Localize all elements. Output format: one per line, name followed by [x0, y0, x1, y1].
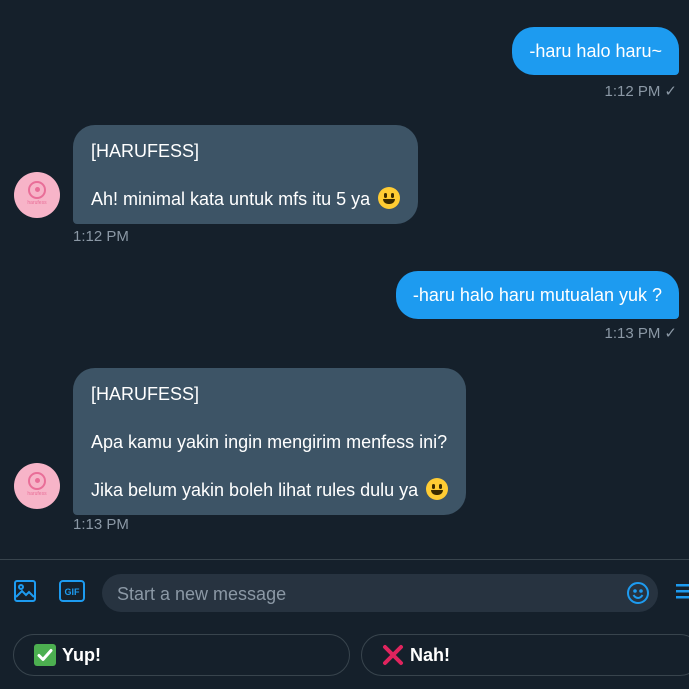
gif-label: GIF: [65, 587, 81, 597]
message-line: Ah! minimal kata untuk mfs itu 5 ya: [91, 187, 401, 211]
message-timestamp: 1:12 PM ✓: [605, 82, 677, 100]
read-check-icon: ✓: [664, 325, 677, 342]
read-check-icon: ✓: [664, 83, 677, 100]
message-line: [HARUFESS]: [91, 384, 200, 404]
message-line: Jika belum yakin boleh lihat rules dulu …: [91, 478, 449, 502]
incoming-message[interactable]: [HARUFESS] Ah! minimal kata untuk mfs it…: [73, 125, 419, 224]
quick-reply-label: Yup!: [62, 644, 101, 665]
sender-avatar[interactable]: harufess: [14, 463, 60, 509]
quick-reply-label: Nah!: [410, 644, 450, 665]
gif-icon[interactable]: GIF: [59, 578, 85, 604]
avatar-logo-text: harufess: [27, 490, 47, 497]
timestamp-text: 1:13 PM: [604, 325, 661, 342]
message-line-text: Ah! minimal kata untuk mfs itu 5 ya: [91, 189, 371, 209]
message-line-text: Jika belum yakin boleh lihat rules dulu …: [91, 480, 419, 500]
timestamp-text: 1:12 PM: [604, 83, 661, 100]
message-input[interactable]: [115, 574, 619, 614]
message-composer: GIF: [0, 560, 689, 622]
emoji-picker-icon[interactable]: [626, 581, 650, 610]
outgoing-message[interactable]: -haru halo haru mutualan yuk ?: [395, 271, 679, 319]
quick-reply-nah-button[interactable]: Nah!: [361, 634, 689, 676]
quick-reply-yup-button[interactable]: Yup!: [13, 634, 350, 676]
avatar-logo-icon: [28, 180, 46, 199]
outgoing-message[interactable]: -haru halo haru~: [512, 27, 679, 75]
message-text: -haru halo haru~: [529, 40, 662, 61]
message-line: Apa kamu yakin ingin mengirim menfess in…: [91, 432, 448, 452]
image-upload-icon[interactable]: [12, 578, 38, 604]
quick-reply-bar: Yup! Nah!: [0, 622, 689, 689]
conversation-thread: -haru halo haru~ 1:12 PM ✓ [HARUFESS] Ah!…: [0, 0, 689, 560]
menu-icon[interactable]: [672, 578, 689, 604]
incoming-message[interactable]: [HARUFESS] Apa kamu yakin ingin mengirim…: [73, 368, 467, 515]
check-mark-icon: [34, 644, 56, 666]
avatar-logo-icon: [28, 471, 46, 490]
cross-mark-icon: [382, 644, 404, 666]
grinning-face-emoji-icon: [378, 187, 401, 209]
message-timestamp: 1:13 PM ✓: [605, 324, 677, 342]
message-input-container: [102, 574, 658, 614]
message-line: [HARUFESS]: [91, 141, 200, 161]
avatar-logo-text: harufess: [27, 199, 47, 206]
message-timestamp: 1:13 PM: [73, 516, 129, 533]
smiling-face-emoji-icon: [426, 478, 449, 500]
message-timestamp: 1:12 PM: [73, 228, 129, 245]
sender-avatar[interactable]: harufess: [14, 172, 60, 218]
message-text: -haru halo haru mutualan yuk ?: [412, 284, 662, 305]
